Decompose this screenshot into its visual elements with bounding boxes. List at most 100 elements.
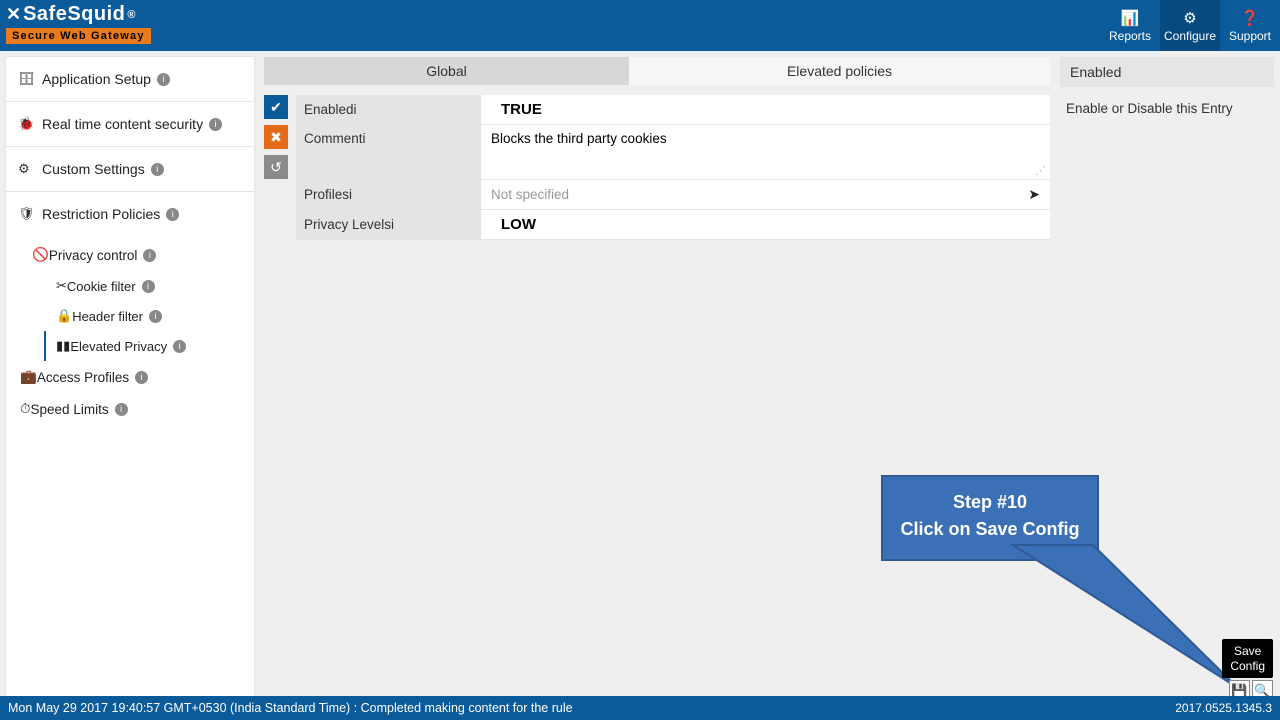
info-icon[interactable]: i [209, 118, 222, 131]
sidebar-item-privacy-control[interactable]: 🚫 Privacy control i [24, 239, 254, 271]
sidebar-item-header-filter[interactable]: 🔒 Header filter i [50, 301, 254, 331]
nav-configure-label: Configure [1164, 29, 1216, 43]
confirm-button[interactable]: ✔ [264, 95, 288, 119]
undo-icon: ↺ [270, 159, 282, 176]
sidebar-item-label: Application Setup [42, 71, 151, 87]
sidebar-item-cookie-filter[interactable]: ✂ Cookie filter i [50, 271, 254, 301]
form-wrap: ✔ ✖ ↺ Enabled i TRUE [264, 85, 1050, 240]
label-text: Comment [304, 131, 363, 146]
info-icon[interactable]: i [151, 163, 164, 176]
sidebar-item-label: Restriction Policies [42, 206, 160, 222]
label-privacy-levels: Privacy Levels i [296, 210, 481, 239]
sidebar-item-label: Speed Limits [31, 402, 109, 417]
brand-title: ✕ SafeSquid ® [6, 3, 151, 26]
brand-reg: ® [127, 9, 135, 21]
reports-icon: 📊 [1121, 9, 1140, 27]
cancel-button[interactable]: ✖ [264, 125, 288, 149]
nav-reports-label: Reports [1109, 29, 1151, 43]
sidebar-item-speed-limits[interactable]: ⏱ Speed Limits i [12, 393, 254, 425]
bug-icon: 🐞 [18, 116, 34, 132]
briefcase-icon: 💼 [20, 369, 37, 385]
label-text: Privacy Levels [304, 217, 391, 232]
tooltip-line2: Config [1230, 659, 1265, 673]
info-icon[interactable]: i [363, 131, 366, 146]
save-config-tooltip: Save Config [1222, 639, 1273, 678]
sidebar: 🗄 Application Setup i 🐞 Real time conten… [6, 57, 254, 696]
label-profiles: Profiles i [296, 180, 481, 209]
top-bar: ✕ SafeSquid ® Secure Web Gateway 📊 Repor… [0, 0, 1280, 51]
value-privacy-levels[interactable]: LOW [481, 210, 1050, 239]
row-profiles: Profiles i Not specified ➤ [296, 180, 1050, 210]
tooltip-line1: Save [1230, 644, 1265, 658]
callout-arrow-icon [958, 543, 1248, 695]
brand: ✕ SafeSquid ® Secure Web Gateway [0, 0, 159, 44]
profiles-text: Not specified [491, 187, 569, 202]
label-text: Profiles [304, 187, 349, 202]
info-icon[interactable]: i [349, 187, 352, 202]
sidebar-item-label: Custom Settings [42, 161, 145, 177]
nav-configure[interactable]: ⚙ Configure [1160, 0, 1220, 51]
info-icon[interactable]: i [149, 310, 162, 323]
center-column: Global Elevated policies ✔ ✖ ↺ [264, 57, 1050, 696]
nav-support-label: Support [1229, 29, 1271, 43]
sidebar-item-realtime-security[interactable]: 🐞 Real time content security i [6, 102, 254, 147]
sidebar-sub-privacy: 🚫 Privacy control i ✂ Cookie filter i 🔒 … [6, 236, 254, 433]
support-icon: ❓ [1241, 9, 1260, 27]
sidebar-item-application-setup[interactable]: 🗄 Application Setup i [6, 57, 254, 102]
right-pane-heading: Enabled [1060, 57, 1274, 87]
configure-icon: ⚙ [1183, 9, 1196, 27]
check-icon: ✔ [270, 99, 282, 116]
lock-icon: 🔒 [56, 308, 72, 324]
row-comment: Comment i Blocks the third party cookies… [296, 125, 1050, 180]
label-enabled: Enabled i [296, 95, 481, 124]
gauge-icon: ⏱ [20, 401, 31, 417]
info-icon[interactable]: i [142, 280, 155, 293]
ban-icon: 🚫 [32, 247, 49, 263]
sidebar-item-label: Elevated Privacy [70, 339, 167, 354]
resize-handle-icon[interactable]: ⋰ [1035, 164, 1046, 177]
sidebar-item-elevated-privacy[interactable]: ▮▮ Elevated Privacy i [44, 331, 254, 361]
sidebar-item-label: Access Profiles [37, 370, 129, 385]
info-icon[interactable]: i [166, 208, 179, 221]
nav-reports[interactable]: 📊 Reports [1100, 0, 1160, 51]
sidebar-item-label: Real time content security [42, 116, 203, 132]
brand-name: SafeSquid [23, 3, 125, 26]
barcode-icon: ▮▮ [56, 338, 70, 354]
status-bar: Mon May 29 2017 19:40:57 GMT+0530 (India… [0, 696, 1280, 720]
info-icon[interactable]: i [354, 102, 357, 117]
nav-support[interactable]: ❓ Support [1220, 0, 1280, 51]
scissors-icon: ✂ [56, 278, 67, 294]
status-message: Mon May 29 2017 19:40:57 GMT+0530 (India… [8, 701, 573, 715]
info-icon[interactable]: i [115, 403, 128, 416]
sidebar-item-label: Privacy control [49, 248, 138, 263]
tab-elevated-policies[interactable]: Elevated policies [629, 57, 1050, 85]
shield-icon: 🛡 [18, 206, 34, 222]
sidebar-item-access-profiles[interactable]: 💼 Access Profiles i [12, 361, 254, 393]
callout-line1: Step #10 [893, 489, 1087, 516]
sidebar-item-label: Cookie filter [67, 279, 136, 294]
form-table: Enabled i TRUE Comment i Blocks the thir… [296, 95, 1050, 240]
sliders-icon: ⚙ [18, 161, 34, 177]
label-text: Enabled [304, 102, 354, 117]
sidebar-item-label: Header filter [72, 309, 143, 324]
value-enabled[interactable]: TRUE [481, 95, 1050, 124]
send-icon[interactable]: ➤ [1028, 186, 1040, 203]
top-nav: 📊 Reports ⚙ Configure ❓ Support [1100, 0, 1280, 51]
info-icon[interactable]: i [157, 73, 170, 86]
info-icon[interactable]: i [143, 249, 156, 262]
info-icon[interactable]: i [135, 371, 148, 384]
sidebar-item-restriction-policies[interactable]: 🛡 Restriction Policies i [6, 192, 254, 236]
info-icon[interactable]: i [173, 340, 186, 353]
sidebar-item-custom-settings[interactable]: ⚙ Custom Settings i [6, 147, 254, 192]
info-icon[interactable]: i [391, 217, 394, 232]
callout-line2: Click on Save Config [893, 516, 1087, 543]
close-icon: ✖ [270, 129, 282, 146]
value-profiles[interactable]: Not specified ➤ [481, 180, 1050, 209]
comment-text: Blocks the third party cookies [491, 131, 667, 146]
value-comment[interactable]: Blocks the third party cookies ⋰ [481, 125, 1050, 179]
sidebar-subsub: ✂ Cookie filter i 🔒 Header filter i ▮▮ E… [24, 271, 254, 361]
row-enabled: Enabled i TRUE [296, 95, 1050, 125]
undo-button[interactable]: ↺ [264, 155, 288, 179]
label-comment: Comment i [296, 125, 481, 179]
tab-global[interactable]: Global [264, 57, 629, 85]
